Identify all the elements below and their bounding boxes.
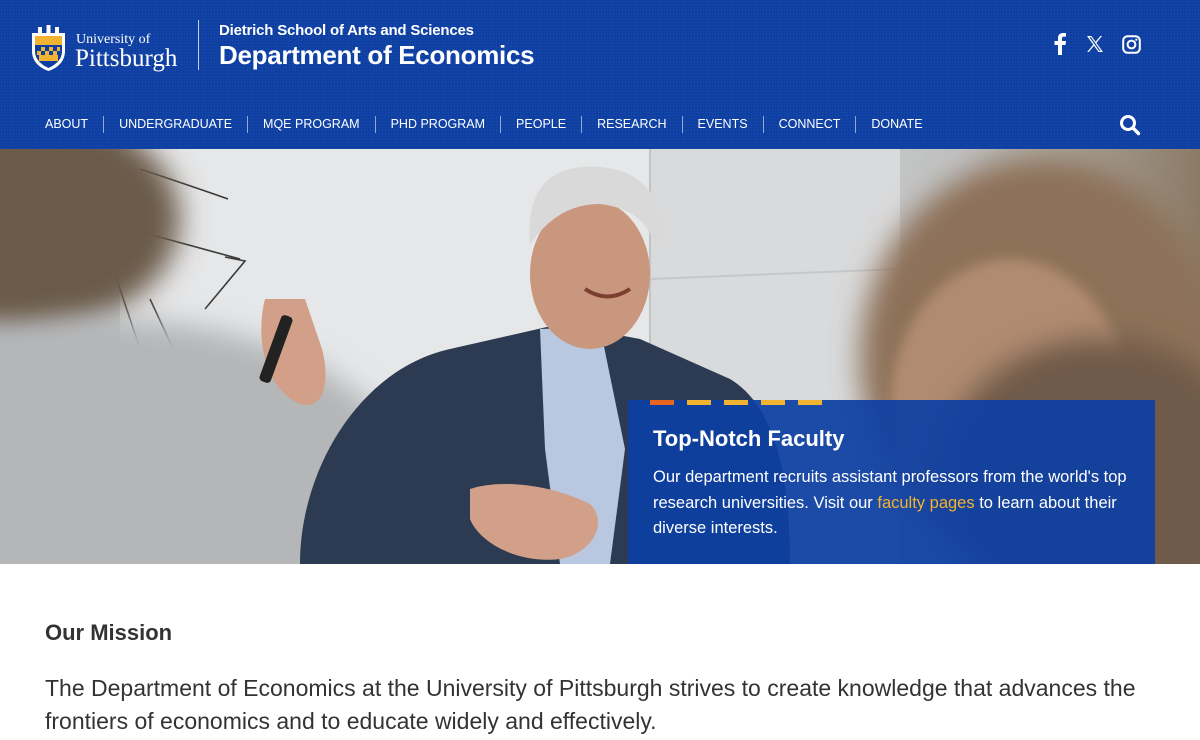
nav-research[interactable]: RESEARCH bbox=[582, 115, 681, 133]
nav-about[interactable]: ABOUT bbox=[30, 115, 103, 133]
faculty-pages-link[interactable]: faculty pages bbox=[877, 494, 974, 512]
x-twitter-icon[interactable] bbox=[1084, 33, 1106, 55]
search-icon[interactable] bbox=[1118, 113, 1142, 137]
callout-text: Our department recruits assistant profes… bbox=[653, 465, 1133, 542]
mission-body: The Department of Economics at the Unive… bbox=[45, 675, 1136, 734]
accent-dash bbox=[650, 400, 674, 405]
nav-people[interactable]: PEOPLE bbox=[501, 115, 581, 133]
accent-dash bbox=[687, 400, 711, 405]
logo-divider bbox=[198, 20, 199, 70]
nav-events[interactable]: EVENTS bbox=[683, 115, 763, 133]
callout-title: Top-Notch Faculty bbox=[653, 426, 845, 451]
accent-dash bbox=[798, 400, 822, 405]
main-nav: ABOUT UNDERGRADUATE MQE PROGRAM PHD PROG… bbox=[30, 114, 938, 134]
mission-heading: Our Mission bbox=[45, 620, 173, 645]
facebook-icon[interactable] bbox=[1049, 33, 1071, 55]
university-shield-icon bbox=[32, 25, 65, 71]
nav-undergraduate[interactable]: UNDERGRADUATE bbox=[104, 115, 247, 133]
university-name-line2: Pittsburgh bbox=[75, 45, 178, 72]
nav-donate[interactable]: DONATE bbox=[856, 115, 937, 133]
accent-dash bbox=[761, 400, 785, 405]
nav-phd-program[interactable]: PHD PROGRAM bbox=[376, 115, 500, 133]
callout-dashes bbox=[650, 400, 822, 405]
school-name[interactable]: Dietrich School of Arts and Sciences bbox=[219, 22, 474, 39]
university-logo[interactable]: University of Pittsburgh bbox=[30, 25, 180, 75]
accent-dash bbox=[724, 400, 748, 405]
instagram-icon[interactable] bbox=[1120, 33, 1142, 55]
nav-connect[interactable]: CONNECT bbox=[764, 115, 856, 133]
department-title[interactable]: Department of Economics bbox=[219, 40, 535, 71]
hero-callout: Top-Notch Faculty Our department recruit… bbox=[628, 400, 1155, 564]
site-header: University of Pittsburgh Dietrich School… bbox=[0, 0, 1200, 149]
hero-banner: Top-Notch Faculty Our department recruit… bbox=[0, 149, 1200, 564]
nav-mqe-program[interactable]: MQE PROGRAM bbox=[248, 115, 375, 133]
